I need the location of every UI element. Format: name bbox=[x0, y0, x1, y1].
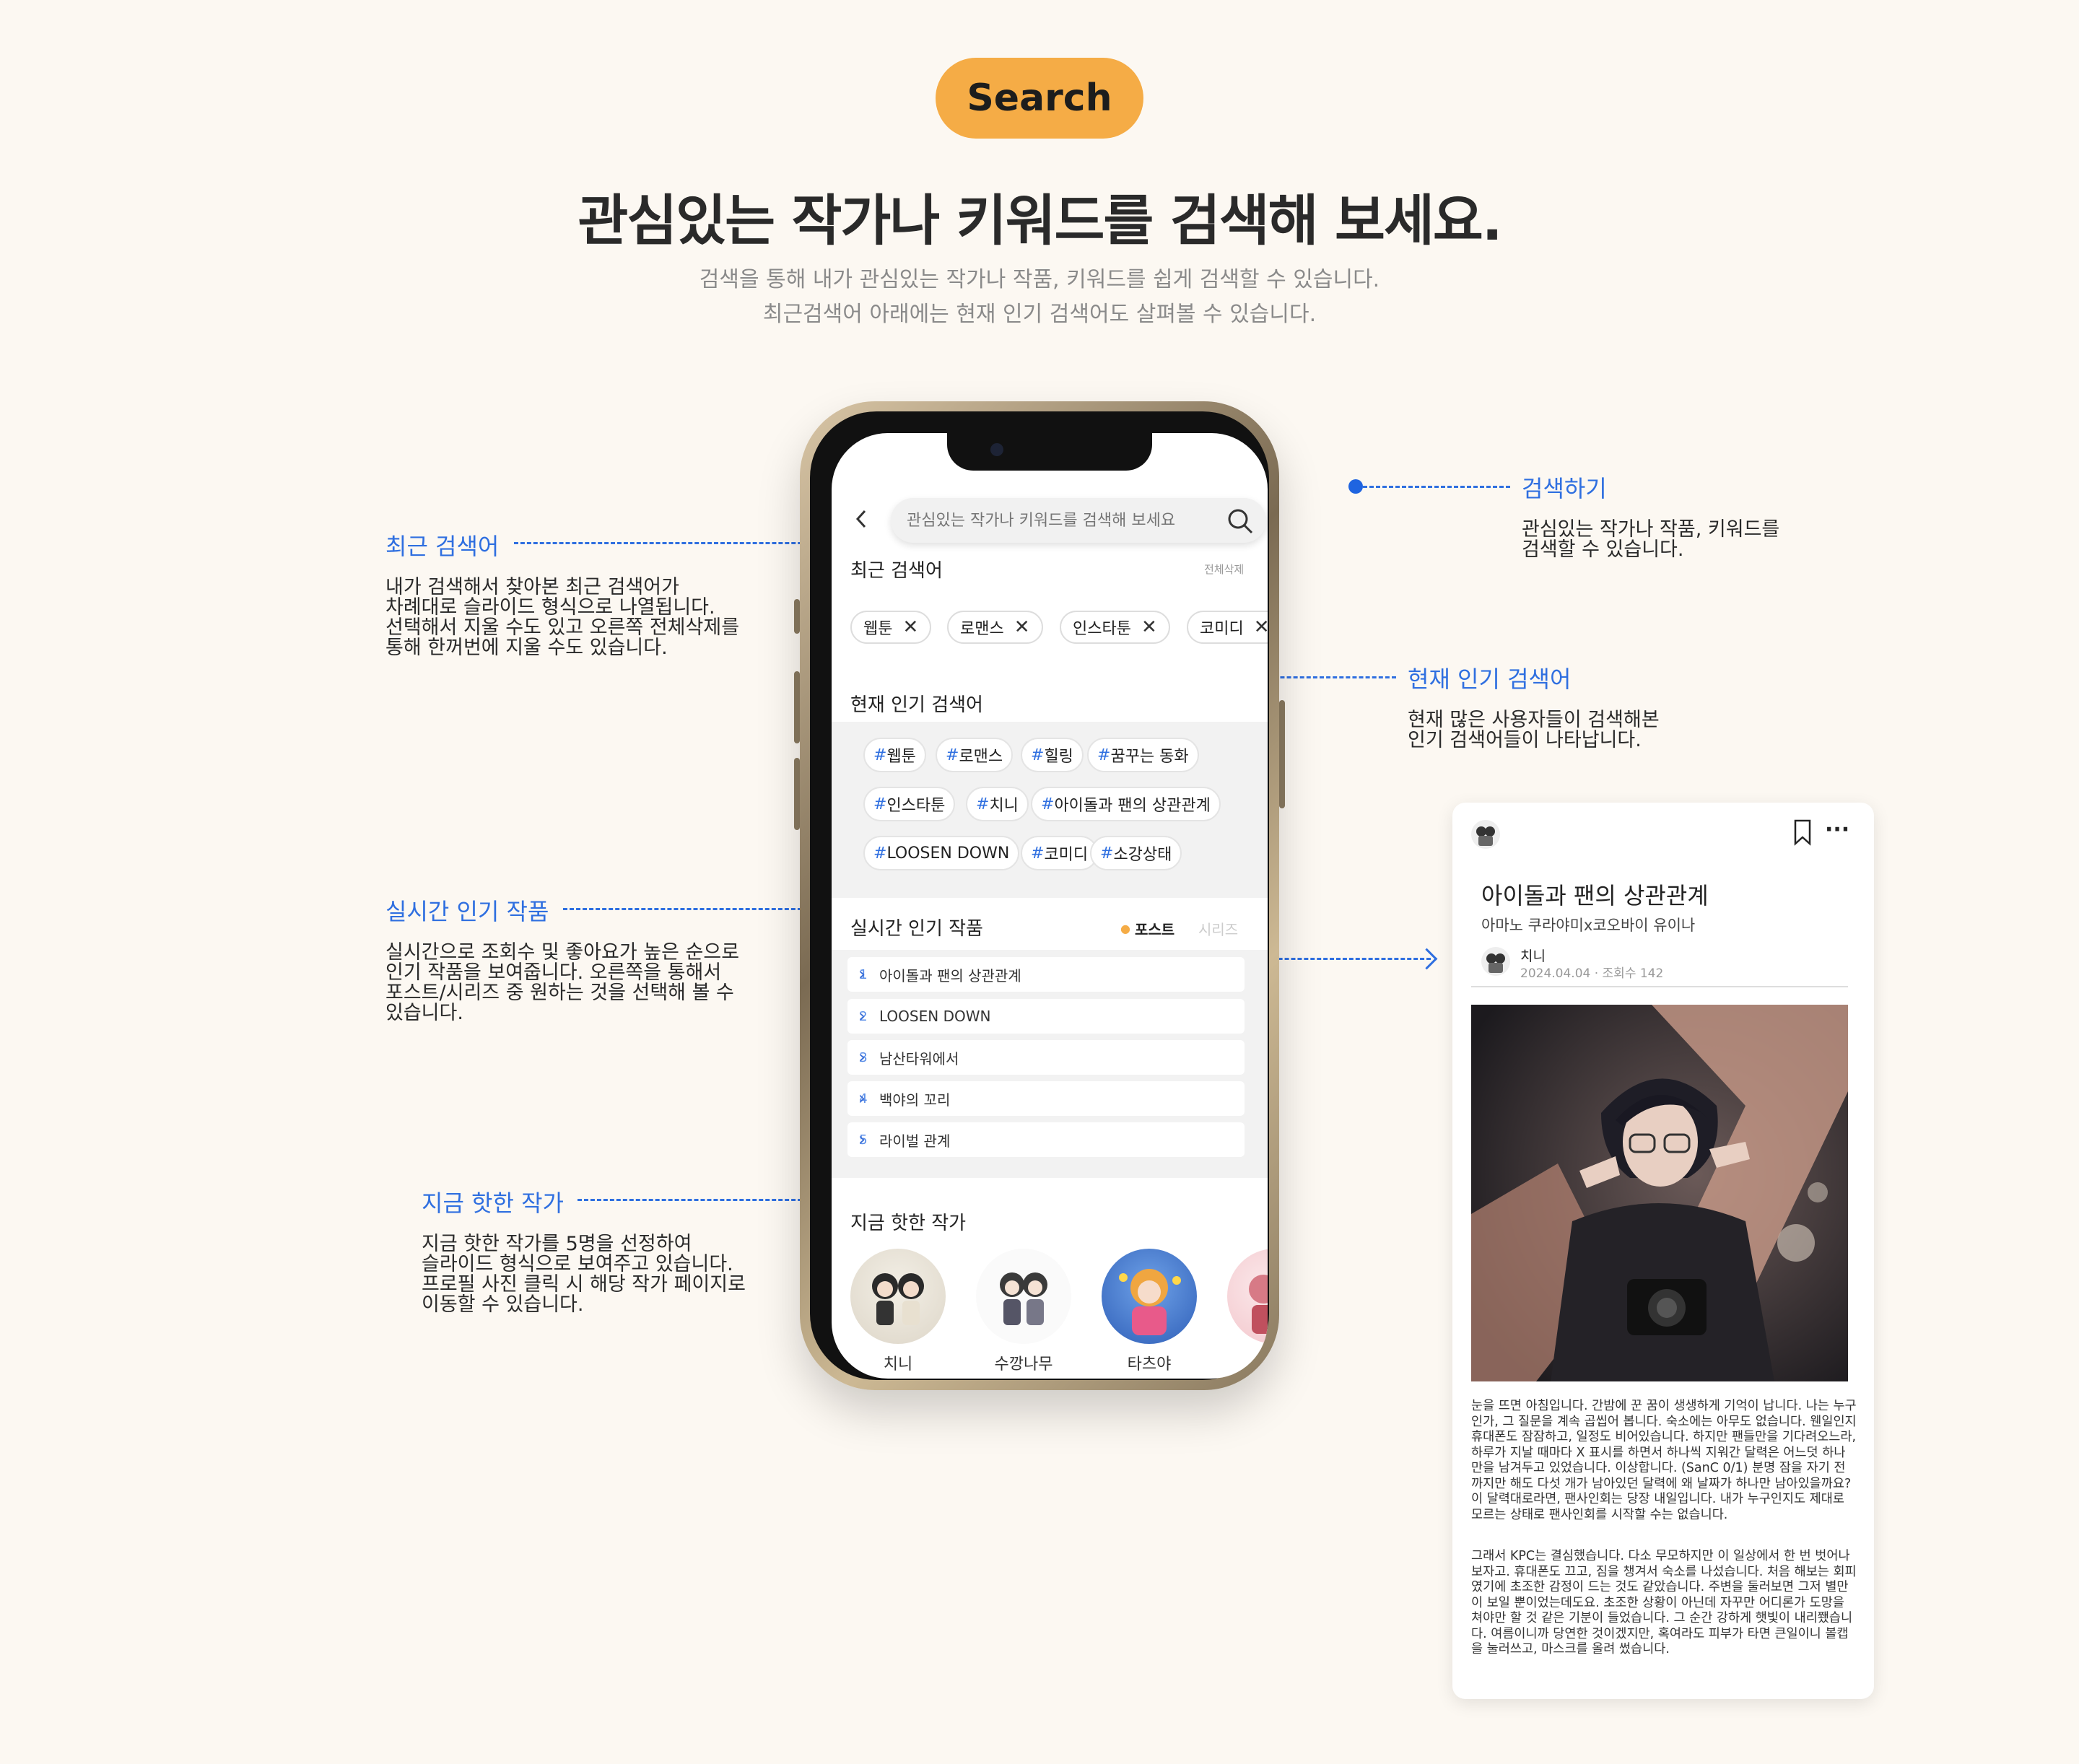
popular-tag[interactable]: # 웹툰 bbox=[863, 738, 926, 772]
bookmark-icon bbox=[1794, 819, 1811, 846]
tab-series[interactable]: 시리즈 bbox=[1198, 918, 1238, 939]
chevron-left-icon bbox=[855, 510, 866, 528]
search-bar[interactable] bbox=[891, 498, 1266, 543]
realtime-row[interactable]: 3 남산타워에서 › bbox=[847, 1040, 1245, 1075]
post-link-arrow-icon bbox=[1416, 948, 1438, 970]
post-meta: 2024.04.04 · 조회수 142 bbox=[1520, 966, 1664, 981]
realtime-annotation-line bbox=[563, 908, 821, 910]
author-name: 수깡나무 bbox=[994, 1355, 1053, 1374]
bookmark-button[interactable] bbox=[1792, 818, 1813, 849]
popular-annotation-title: 현재 인기 검색어 bbox=[1408, 665, 1572, 693]
search-input[interactable] bbox=[905, 510, 1211, 530]
author-avatar-small[interactable] bbox=[1481, 947, 1510, 976]
realtime-row[interactable]: 1 아이돌과 팬의 상관관계 › bbox=[847, 957, 1245, 992]
phone-volume-down-button bbox=[794, 758, 800, 830]
divider bbox=[1471, 986, 1848, 987]
search-annotation-line bbox=[1363, 486, 1510, 488]
chevron-right-icon: › bbox=[858, 1129, 866, 1150]
recent-annotation-desc: 내가 검색해서 찾아본 최근 검색어가 차례대로 슬라이드 형식으로 나열됩니다.… bbox=[385, 576, 740, 659]
chevron-right-icon: › bbox=[858, 1047, 866, 1068]
front-camera-icon bbox=[990, 443, 1003, 456]
hot-annotation-line bbox=[578, 1199, 821, 1201]
post-subtitle: 아마노 쿠라야미x코오바이 유이나 bbox=[1481, 917, 1696, 934]
post-illustration bbox=[1471, 1005, 1848, 1381]
popular-annotation-desc: 현재 많은 사용자들이 검색해본 인기 검색어들이 나타납니다. bbox=[1408, 709, 1660, 751]
page-headline: 관심있는 작가나 키워드를 검색해 보세요. bbox=[578, 188, 1502, 253]
author-illustration-icon bbox=[1249, 1275, 1268, 1334]
author-illustration-icon bbox=[1000, 1272, 1047, 1325]
recent-chip[interactable]: 웹툰 ✕ bbox=[850, 611, 932, 644]
post-author[interactable]: 치니 bbox=[1520, 946, 1546, 965]
popular-tag[interactable]: # 인스타툰 bbox=[863, 787, 956, 821]
post-body-paragraph: 눈을 뜨면 아침입니다. 간밤에 꾼 꿈이 생생하게 기억이 납니다. 나는 누… bbox=[1471, 1399, 1857, 1522]
close-icon[interactable]: ✕ bbox=[1254, 616, 1268, 638]
more-options-button[interactable]: ··· bbox=[1825, 817, 1849, 842]
recent-annotation-title: 최근 검색어 bbox=[385, 533, 500, 560]
chevron-right-icon: › bbox=[858, 1088, 866, 1109]
author-avatar[interactable] bbox=[1102, 1249, 1197, 1344]
hot-author-title: 지금 핫한 작가 bbox=[850, 1213, 967, 1234]
author-avatar-small[interactable] bbox=[1471, 820, 1500, 849]
search-icon bbox=[1228, 509, 1253, 534]
delete-all-button[interactable]: 전체삭제 bbox=[1204, 562, 1244, 577]
close-icon[interactable]: ✕ bbox=[1141, 616, 1157, 638]
author-name: 타츠야 bbox=[1127, 1355, 1172, 1374]
realtime-row[interactable]: 5 라이벌 관계 › bbox=[847, 1122, 1245, 1157]
phone-mockup: 최근 검색어 전체삭제 웹툰✕ 로맨스✕ 인스타툰✕ 코미디✕ 현재 인기 검색… bbox=[800, 401, 1279, 1390]
close-icon[interactable]: ✕ bbox=[902, 616, 918, 638]
search-button[interactable] bbox=[1226, 507, 1255, 538]
realtime-annotation-title: 실시간 인기 작품 bbox=[385, 898, 549, 925]
recent-chip[interactable]: 로맨스 ✕ bbox=[947, 611, 1043, 644]
page-subtitle-line2: 최근검색어 아래에는 현재 인기 검색어도 살펴볼 수 있습니다. bbox=[762, 302, 1317, 327]
author-illustration-icon bbox=[1476, 826, 1495, 846]
author-avatar[interactable] bbox=[1227, 1249, 1268, 1344]
author-avatar[interactable] bbox=[976, 1249, 1071, 1344]
phone-notch bbox=[947, 433, 1152, 471]
recent-chip[interactable]: 인스타툰 ✕ bbox=[1060, 611, 1170, 644]
popular-tag[interactable]: # 코미디 bbox=[1021, 836, 1099, 870]
page-subtitle-line1: 검색을 통해 내가 관심있는 작가나 작품, 키워드를 쉽게 검색할 수 있습니… bbox=[699, 267, 1380, 292]
search-badge: Search bbox=[936, 58, 1143, 139]
popular-tag[interactable]: # 꿈꾸는 동화 bbox=[1087, 738, 1199, 772]
popular-tag[interactable]: # 치니 bbox=[966, 787, 1029, 821]
hot-annotation-desc: 지금 핫한 작가를 5명을 선정하여 슬라이드 형식으로 보여주고 있습니다. 프로… bbox=[422, 1233, 746, 1316]
popular-search-title: 현재 인기 검색어 bbox=[850, 694, 983, 716]
illustration-image-icon bbox=[1471, 1005, 1848, 1381]
recent-annotation-line bbox=[514, 542, 821, 544]
search-annotation-title: 검색하기 bbox=[1522, 475, 1607, 502]
close-icon[interactable]: ✕ bbox=[1014, 616, 1030, 638]
hot-annotation-title: 지금 핫한 작가 bbox=[422, 1189, 564, 1217]
chevron-right-icon: › bbox=[858, 964, 866, 985]
author-illustration-icon bbox=[1119, 1269, 1181, 1335]
realtime-title: 실시간 인기 작품 bbox=[850, 918, 983, 940]
phone-power-button bbox=[1279, 700, 1285, 808]
author-name: 치니 bbox=[883, 1355, 913, 1374]
tab-post[interactable]: ● 포스트 bbox=[1120, 918, 1174, 939]
popular-tag[interactable]: # LOOSEN DOWN bbox=[863, 836, 1020, 870]
author-illustration-icon bbox=[1486, 953, 1505, 973]
search-annotation-dot bbox=[1348, 479, 1363, 494]
post-detail-card: ··· 아이돌과 팬의 상관관계 아마노 쿠라야미x코오바이 유이나 치니 20… bbox=[1452, 803, 1874, 1699]
recent-chip[interactable]: 코미디 ✕ bbox=[1187, 611, 1268, 644]
popular-tag[interactable]: # 힐링 bbox=[1021, 738, 1084, 772]
chevron-right-icon: › bbox=[858, 1005, 866, 1027]
search-annotation-desc: 관심있는 작가나 작품, 키워드를 검색할 수 있습니다. bbox=[1522, 518, 1780, 561]
post-body-paragraph: 그래서 KPC는 결심했습니다. 다소 무모하지만 이 일상에서 한 번 벗어나… bbox=[1471, 1549, 1857, 1656]
popular-tag[interactable]: # 소강상태 bbox=[1090, 836, 1182, 870]
back-button[interactable] bbox=[853, 508, 871, 533]
popular-tag[interactable]: # 아이돌과 팬의 상관관계 bbox=[1031, 787, 1221, 821]
author-illustration-icon bbox=[872, 1273, 924, 1325]
realtime-row[interactable]: 4 백야의 꼬리 › bbox=[847, 1081, 1245, 1116]
realtime-annotation-desc: 실시간으로 조회수 및 좋아요가 높은 순으로 인기 작품을 보여줍니다. 오른쪽… bbox=[385, 941, 740, 1024]
post-title: 아이돌과 팬의 상관관계 bbox=[1481, 882, 1709, 909]
author-avatar[interactable] bbox=[850, 1249, 946, 1344]
phone-volume-up-button bbox=[794, 671, 800, 743]
popular-tag[interactable]: # 로맨스 bbox=[936, 738, 1014, 772]
phone-screen: 최근 검색어 전체삭제 웹툰✕ 로맨스✕ 인스타툰✕ 코미디✕ 현재 인기 검색… bbox=[832, 433, 1268, 1379]
phone-mute-button bbox=[794, 599, 800, 634]
recent-search-title: 최근 검색어 bbox=[850, 560, 943, 582]
realtime-row[interactable]: 2 LOOSEN DOWN › bbox=[847, 999, 1245, 1034]
